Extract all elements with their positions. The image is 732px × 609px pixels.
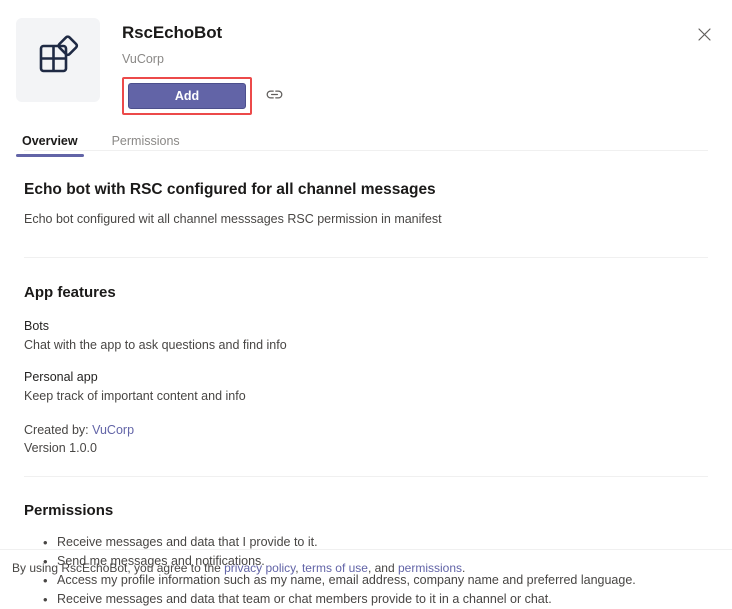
privacy-policy-link[interactable]: privacy policy: [224, 561, 295, 575]
tab-permissions[interactable]: Permissions: [106, 133, 186, 157]
copy-link-button[interactable]: [264, 86, 284, 106]
legal-separator-1: ,: [295, 561, 302, 575]
terms-of-use-link[interactable]: terms of use: [302, 561, 368, 575]
overview-section: Echo bot with RSC configured for all cha…: [24, 157, 708, 228]
app-icon: [16, 18, 100, 102]
feature-item: Personal app Keep track of important con…: [24, 369, 708, 405]
add-button[interactable]: Add: [128, 83, 246, 109]
publisher-link[interactable]: VuCorp: [92, 423, 134, 437]
feature-item: Bots Chat with the app to ask questions …: [24, 318, 708, 354]
dialog-header: RscEchoBot VuCorp Add: [0, 0, 732, 115]
list-item: Receive messages and data that team or c…: [43, 590, 708, 609]
add-button-highlight: Add: [122, 77, 252, 115]
created-by-line: Created by: VuCorp: [24, 421, 708, 439]
app-grid-icon: [35, 34, 81, 86]
feature-description: Keep track of important content and info: [24, 389, 246, 403]
legal-text: By using RscEchoBot, you agree to the pr…: [12, 560, 465, 576]
app-features-heading: App features: [24, 284, 116, 301]
link-icon: [266, 86, 283, 106]
app-meta: Created by: VuCorp Version 1.0.0: [24, 421, 708, 457]
legal-suffix: .: [462, 561, 466, 575]
app-details-dialog: RscEchoBot VuCorp Add Overview Permissio…: [0, 0, 732, 609]
legal-separator-2: , and: [367, 561, 398, 575]
permissions-link[interactable]: permissions: [398, 561, 462, 575]
dialog-content: Echo bot with RSC configured for all cha…: [0, 157, 732, 609]
legal-prefix: By using RscEchoBot, you agree to the: [12, 561, 225, 575]
feature-name: Personal app: [24, 370, 98, 384]
feature-name: Bots: [24, 319, 50, 333]
app-header-info: RscEchoBot VuCorp Add: [122, 18, 732, 115]
created-by-label: Created by:: [24, 423, 89, 437]
feature-description: Chat with the app to ask questions and f…: [24, 338, 287, 352]
version-line: Version 1.0.0: [24, 441, 97, 455]
app-features-section: App features Bots Chat with the app to a…: [24, 258, 708, 457]
permissions-section: Permissions Receive messages and data th…: [24, 477, 708, 609]
dialog-footer: By using RscEchoBot, you agree to the pr…: [0, 549, 732, 586]
tab-bar: Overview Permissions: [16, 133, 732, 157]
tab-bar-divider: [24, 150, 708, 151]
permissions-heading: Permissions: [24, 502, 114, 519]
app-publisher: VuCorp: [122, 52, 164, 66]
overview-description: Echo bot configured wit all channel mess…: [24, 212, 442, 226]
overview-title: Echo bot with RSC configured for all cha…: [24, 181, 436, 198]
app-action-row: Add: [122, 77, 732, 115]
page-title: RscEchoBot: [122, 23, 223, 42]
close-button[interactable]: [690, 20, 718, 48]
close-icon: [697, 27, 711, 41]
tab-overview[interactable]: Overview: [16, 133, 84, 157]
